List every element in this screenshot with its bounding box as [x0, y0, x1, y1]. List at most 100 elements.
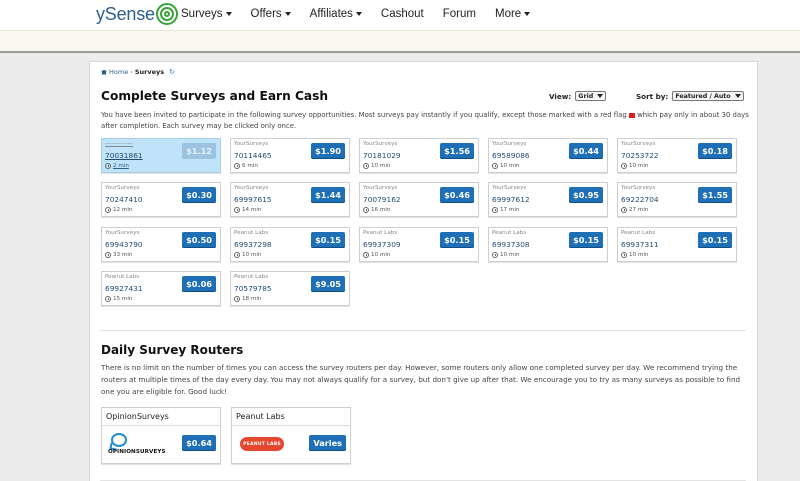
survey-card[interactable]: Peanut Labs 70579785 18 min $9.05	[230, 271, 350, 306]
caret-down-icon	[225, 12, 232, 16]
nav-surveys[interactable]: Surveys	[181, 8, 232, 20]
survey-card[interactable]: ————— 70031861 2 min $1.12	[101, 138, 221, 173]
survey-price-button[interactable]: $0.15	[311, 232, 345, 248]
survey-id: 69937298	[234, 240, 272, 249]
survey-provider: YourSurveys	[363, 185, 398, 191]
brand-name: ySense	[96, 3, 155, 24]
survey-price-button[interactable]: $9.05	[311, 276, 345, 292]
logo-rings-icon	[155, 3, 178, 25]
clock-icon	[105, 163, 111, 169]
survey-card[interactable]: YourSurveys 69997615 14 min $1.44	[230, 182, 350, 217]
survey-provider: YourSurveys	[234, 141, 269, 147]
survey-card[interactable]: YourSurveys 70079162 16 min $0.46	[359, 182, 479, 217]
survey-price-button[interactable]: $1.44	[311, 187, 345, 203]
survey-id: 70579785	[234, 284, 272, 293]
view-select[interactable]: Grid	[575, 91, 607, 101]
survey-id: 69927431	[105, 284, 143, 293]
survey-id: 70247410	[105, 195, 143, 204]
clock-icon	[105, 252, 111, 258]
survey-provider: Peanut Labs	[621, 230, 656, 236]
survey-card[interactable]: YourSurveys 70114465 6 min $1.90	[230, 138, 350, 173]
clock-icon	[492, 252, 498, 258]
survey-card[interactable]: Peanut Labs 69937308 10 min $0.15	[488, 227, 608, 262]
survey-card[interactable]: YourSurveys 69997612 17 min $0.95	[488, 182, 608, 217]
router-card-opinionsurveys[interactable]: OpinionSurveys OPINIONSURVEYS $0.64	[101, 407, 221, 464]
survey-provider: —————	[105, 141, 133, 147]
survey-duration: 10 min	[492, 163, 519, 169]
survey-card[interactable]: YourSurveys 69589086 10 min $0.44	[488, 138, 608, 173]
clock-icon	[492, 163, 498, 169]
router-card-peanut-labs[interactable]: Peanut Labs PEANUT LABS Varies	[231, 407, 351, 464]
sort-label: Sort by:	[636, 91, 669, 101]
survey-card[interactable]: Peanut Labs 69927431 15 min $0.06	[101, 271, 221, 306]
survey-card[interactable]: Peanut Labs 69937298 10 min $0.15	[230, 227, 350, 262]
breadcrumb-separator: ›	[130, 68, 133, 76]
survey-duration: 10 min	[621, 252, 648, 258]
survey-price-button[interactable]: $1.12	[182, 143, 216, 159]
sort-select[interactable]: Featured / Auto	[672, 91, 744, 101]
survey-price-button[interactable]: $0.50	[182, 232, 216, 248]
breadcrumb: Home › Surveys ↻	[101, 68, 175, 76]
survey-card[interactable]: YourSurveys 70181029 10 min $1.56	[359, 138, 479, 173]
survey-id: 70181029	[363, 151, 401, 160]
clock-icon	[234, 207, 240, 213]
refresh-icon[interactable]: ↻	[169, 68, 175, 76]
survey-price-button[interactable]: $0.06	[182, 276, 216, 292]
survey-card[interactable]: YourSurveys 70247410 12 min $0.30	[101, 182, 221, 217]
survey-provider: YourSurveys	[105, 230, 140, 236]
survey-card[interactable]: YourSurveys 70253722 10 min $0.18	[617, 138, 737, 173]
survey-price-button[interactable]: $0.95	[569, 187, 603, 203]
nav-affiliates[interactable]: Affiliates	[310, 8, 362, 20]
ysense-logo[interactable]: ySense	[96, 1, 178, 27]
survey-duration: 14 min	[234, 207, 261, 213]
nav-forum[interactable]: Forum	[443, 8, 476, 20]
top-navigation: ySense Surveys Offers Affiliates Cashout…	[0, 0, 800, 30]
survey-price-button[interactable]: $0.15	[698, 232, 732, 248]
main-menu: Surveys Offers Affiliates Cashout Forum …	[181, 0, 549, 28]
survey-card[interactable]: YourSurveys 69943790 33 min $0.50	[101, 227, 221, 262]
survey-price-button[interactable]: $0.44	[569, 143, 603, 159]
survey-provider: YourSurveys	[621, 185, 656, 191]
clock-icon	[621, 252, 627, 258]
survey-price-button[interactable]: $0.46	[440, 187, 474, 203]
survey-duration: 12 min	[105, 207, 132, 213]
survey-price-button[interactable]: $0.30	[182, 187, 216, 203]
survey-duration: 15 min	[105, 296, 132, 302]
survey-id: 69937308	[492, 240, 530, 249]
clock-icon	[363, 207, 369, 213]
nav-cashout[interactable]: Cashout	[381, 8, 424, 20]
survey-price-button[interactable]: $1.55	[698, 187, 732, 203]
survey-duration: 10 min	[621, 163, 648, 169]
caret-down-icon	[284, 12, 291, 16]
speech-bubble-icon	[111, 433, 127, 447]
survey-price-button[interactable]: $1.56	[440, 143, 474, 159]
survey-price-button[interactable]: $0.15	[569, 232, 603, 248]
router-price-button[interactable]: $0.64	[182, 435, 216, 451]
breadcrumb-home[interactable]: Home	[109, 68, 128, 76]
clock-icon	[234, 296, 240, 302]
survey-id: 69937311	[621, 240, 659, 249]
caret-down-icon	[597, 94, 604, 98]
peanut-labs-logo: PEANUT LABS	[240, 437, 284, 451]
survey-price-button[interactable]: $0.15	[440, 232, 474, 248]
survey-card[interactable]: YourSurveys 69222704 27 min $1.55	[617, 182, 737, 217]
survey-provider: Peanut Labs	[234, 274, 269, 280]
survey-id: 70253722	[621, 151, 659, 160]
survey-id: 69997612	[492, 195, 530, 204]
survey-id: 70114465	[234, 151, 272, 160]
nav-more[interactable]: More	[495, 8, 531, 20]
router-price-button[interactable]: Varies	[309, 435, 346, 451]
survey-provider: YourSurveys	[234, 185, 269, 191]
nav-offers[interactable]: Offers	[251, 8, 291, 20]
caret-down-icon	[524, 12, 531, 16]
survey-id: 69589086	[492, 151, 530, 160]
survey-price-button[interactable]: $1.90	[311, 143, 345, 159]
opinionsurveys-logo: OPINIONSURVEYS	[108, 433, 166, 459]
survey-price-button[interactable]: $0.18	[698, 143, 732, 159]
survey-card[interactable]: Peanut Labs 69937311 10 min $0.15	[617, 227, 737, 262]
survey-provider: YourSurveys	[621, 141, 656, 147]
survey-provider: Peanut Labs	[363, 230, 398, 236]
survey-id: 69222704	[621, 195, 659, 204]
survey-card[interactable]: Peanut Labs 69937309 10 min $0.15	[359, 227, 479, 262]
survey-provider: YourSurveys	[492, 185, 527, 191]
